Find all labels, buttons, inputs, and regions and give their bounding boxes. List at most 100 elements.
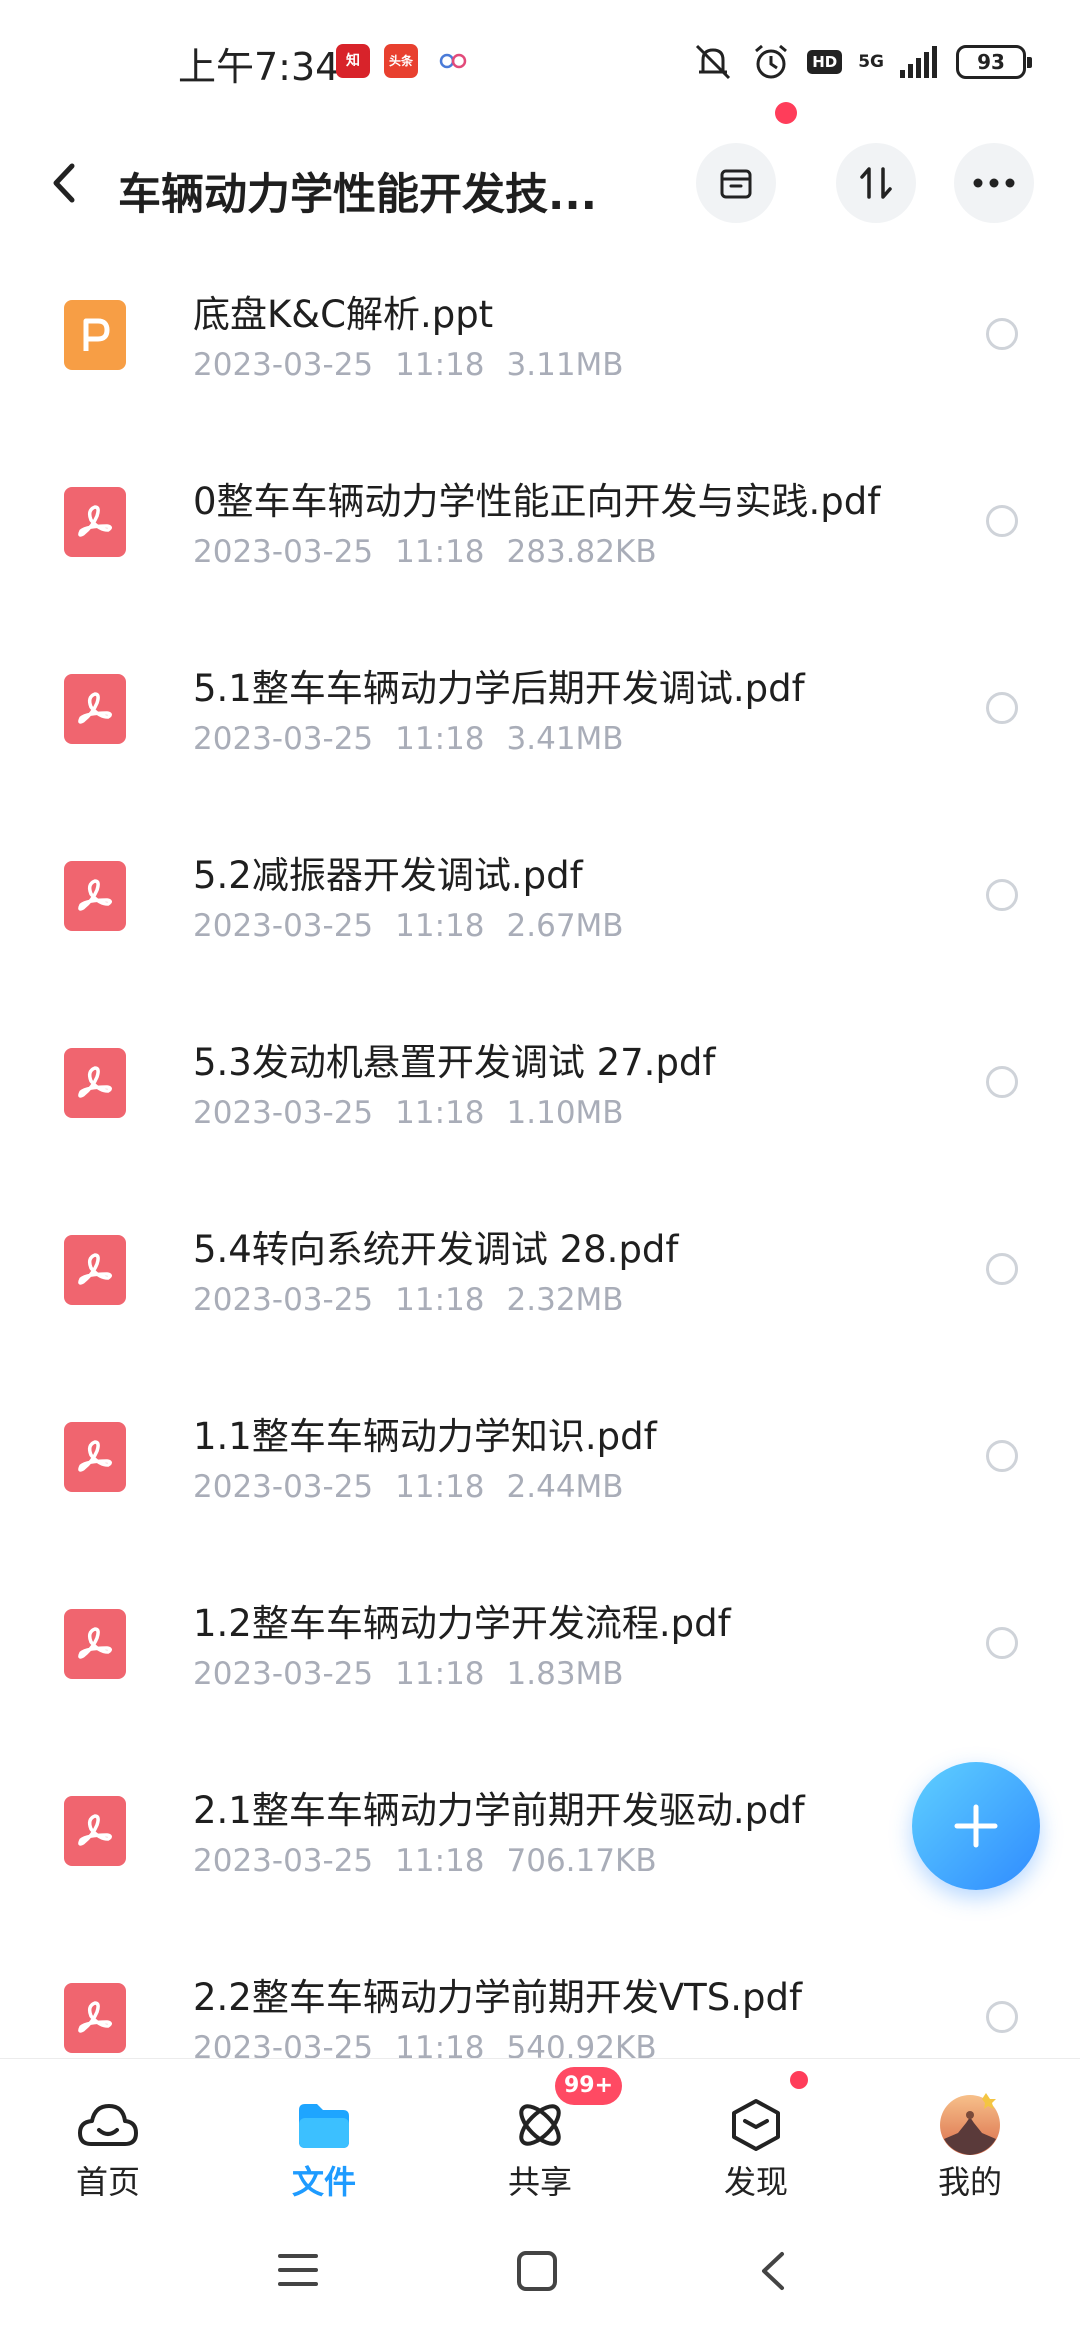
select-radio[interactable]	[986, 2001, 1018, 2033]
pdf-file-icon	[64, 1796, 126, 1866]
page-title: 车辆动力学性能开发技...	[118, 170, 598, 220]
file-size: 706.17KB	[506, 1843, 657, 1879]
file-meta: 2023-03-25 11:18 540.92KB	[193, 2030, 679, 2060]
nav-profile[interactable]: 我的	[890, 2059, 1050, 2209]
file-name: 5.2减振器开发调试.pdf	[193, 854, 583, 897]
file-time: 11:18	[395, 721, 485, 757]
pdf-file-icon	[64, 1048, 126, 1118]
file-size: 2.44MB	[506, 1469, 624, 1505]
discover-dot	[790, 2071, 808, 2089]
select-radio[interactable]	[986, 1066, 1018, 1098]
archive-button[interactable]	[696, 143, 776, 223]
file-size: 3.11MB	[506, 347, 624, 383]
menu-icon[interactable]	[278, 2252, 318, 2288]
select-radio[interactable]	[986, 1627, 1018, 1659]
pdf-file-icon	[64, 1235, 126, 1305]
nav-label: 共享	[507, 2163, 572, 2201]
file-date: 2023-03-25	[193, 1843, 374, 1879]
bottom-nav: 首页 文件 99+ 共享 发现 我的	[0, 2058, 1080, 2208]
file-meta: 2023-03-25 11:18 3.11MB	[193, 347, 646, 383]
alarm-icon	[755, 44, 788, 79]
nav-files[interactable]: 文件	[244, 2059, 404, 2209]
select-radio[interactable]	[986, 505, 1018, 537]
file-size: 1.83MB	[506, 1656, 624, 1692]
nav-home[interactable]: 首页	[28, 2059, 188, 2209]
nav-discover[interactable]: 发现	[676, 2059, 836, 2209]
file-date: 2023-03-25	[193, 908, 374, 944]
archive-icon	[720, 169, 752, 199]
pdf-file-icon	[64, 674, 126, 744]
file-time: 11:18	[395, 534, 485, 570]
folder-icon	[292, 2095, 356, 2155]
select-radio[interactable]	[986, 1440, 1018, 1472]
nav-share[interactable]: 99+ 共享	[460, 2059, 623, 2209]
pdf-file-icon	[64, 1983, 126, 2053]
file-name: 5.1整车车辆动力学后期开发调试.pdf	[193, 667, 805, 710]
file-list-item[interactable]: 5.3发动机悬置开发调试 27.pdf 2023-03-25 11:18 1.10M…	[0, 1022, 1080, 1208]
file-list-item[interactable]: 5.4转向系统开发调试 28.pdf 2023-03-25 11:18 2.32MB	[0, 1209, 1080, 1395]
file-list-item[interactable]: 1.1整车车辆动力学知识.pdf 2023-03-25 11:18 2.44MB	[0, 1396, 1080, 1582]
select-radio[interactable]	[986, 692, 1018, 724]
pdf-file-icon	[64, 861, 126, 931]
select-radio[interactable]	[986, 1253, 1018, 1285]
file-time: 11:18	[395, 1656, 485, 1692]
file-name: 5.4转向系统开发调试 28.pdf	[193, 1228, 679, 1271]
chevron-left-icon	[53, 163, 75, 203]
select-radio[interactable]	[986, 879, 1018, 911]
file-date: 2023-03-25	[193, 1656, 374, 1692]
pdf-file-icon	[64, 1422, 126, 1492]
nav-label: 发现	[723, 2163, 788, 2201]
file-meta: 2023-03-25 11:18 1.83MB	[193, 1656, 646, 1692]
select-radio[interactable]	[986, 318, 1018, 350]
add-button[interactable]	[912, 1762, 1040, 1890]
file-meta: 2023-03-25 11:18 1.10MB	[193, 1095, 646, 1131]
back-triangle-icon[interactable]	[758, 2250, 788, 2292]
sort-button[interactable]	[836, 143, 916, 223]
file-time: 11:18	[395, 1469, 485, 1505]
notification-dot	[775, 102, 797, 124]
file-date: 2023-03-25	[193, 347, 374, 383]
pdf-file-icon	[64, 487, 126, 557]
status-right-group: HD 5G 93	[691, 40, 1032, 84]
ppt-file-icon	[64, 300, 126, 370]
plus-icon	[954, 1804, 998, 1848]
file-meta: 2023-03-25 11:18 2.67MB	[193, 908, 646, 944]
atom-icon	[508, 2095, 572, 2155]
home-square-icon[interactable]	[516, 2250, 558, 2292]
top-bar: 车辆动力学性能开发技...	[0, 102, 1080, 260]
file-meta: 2023-03-25 11:18 2.32MB	[193, 1282, 646, 1318]
network-type: 5G	[858, 51, 884, 72]
file-list-item[interactable]: 5.2减振器开发调试.pdf 2023-03-25 11:18 2.67MB	[0, 835, 1080, 1021]
file-name: 5.3发动机悬置开发调试 27.pdf	[193, 1041, 716, 1084]
file-list-item[interactable]: 2.2整车车辆动力学前期开发VTS.pdf 2023-03-25 11:18 540…	[0, 1957, 1080, 2060]
file-list-item[interactable]: 底盘K&C解析.ppt 2023-03-25 11:18 3.11MB	[0, 274, 1080, 460]
nav-label: 首页	[75, 2163, 140, 2201]
hd-badge: HD	[807, 50, 843, 74]
mute-bell-icon	[696, 44, 731, 80]
file-list-item[interactable]: 5.1整车车辆动力学后期开发调试.pdf 2023-03-25 11:18 3.41…	[0, 648, 1080, 834]
file-list-item[interactable]: 0整车车辆动力学性能正向开发与实践.pdf 2023-03-25 11:18 283…	[0, 461, 1080, 647]
file-list-item[interactable]: 1.2整车车辆动力学开发流程.pdf 2023-03-25 11:18 1.83MB	[0, 1583, 1080, 1769]
share-badge: 99+	[555, 2067, 623, 2105]
file-time: 11:18	[395, 2030, 485, 2060]
file-name: 1.1整车车辆动力学知识.pdf	[193, 1415, 657, 1458]
file-size: 2.32MB	[506, 1282, 624, 1318]
more-dots-icon	[973, 178, 1015, 188]
battery-indicator: 93	[956, 45, 1032, 79]
file-date: 2023-03-25	[193, 1095, 374, 1131]
toutiao-app-icon: 头条	[384, 44, 418, 78]
file-size: 2.67MB	[506, 908, 624, 944]
file-meta: 2023-03-25 11:18 283.82KB	[193, 534, 679, 570]
avatar	[938, 2093, 1002, 2155]
file-date: 2023-03-25	[193, 2030, 374, 2060]
file-time: 11:18	[395, 908, 485, 944]
status-time: 上午7:34	[178, 45, 340, 89]
more-button[interactable]	[954, 143, 1034, 223]
zhidao-app-icon: 知	[336, 44, 370, 78]
file-name: 0整车车辆动力学性能正向开发与实践.pdf	[193, 480, 881, 523]
file-meta: 2023-03-25 11:18 3.41MB	[193, 721, 646, 757]
file-meta: 2023-03-25 11:18 706.17KB	[193, 1843, 679, 1879]
back-button[interactable]	[40, 158, 90, 208]
file-size: 1.10MB	[506, 1095, 624, 1131]
file-name: 2.1整车车辆动力学前期开发驱动.pdf	[193, 1789, 805, 1832]
